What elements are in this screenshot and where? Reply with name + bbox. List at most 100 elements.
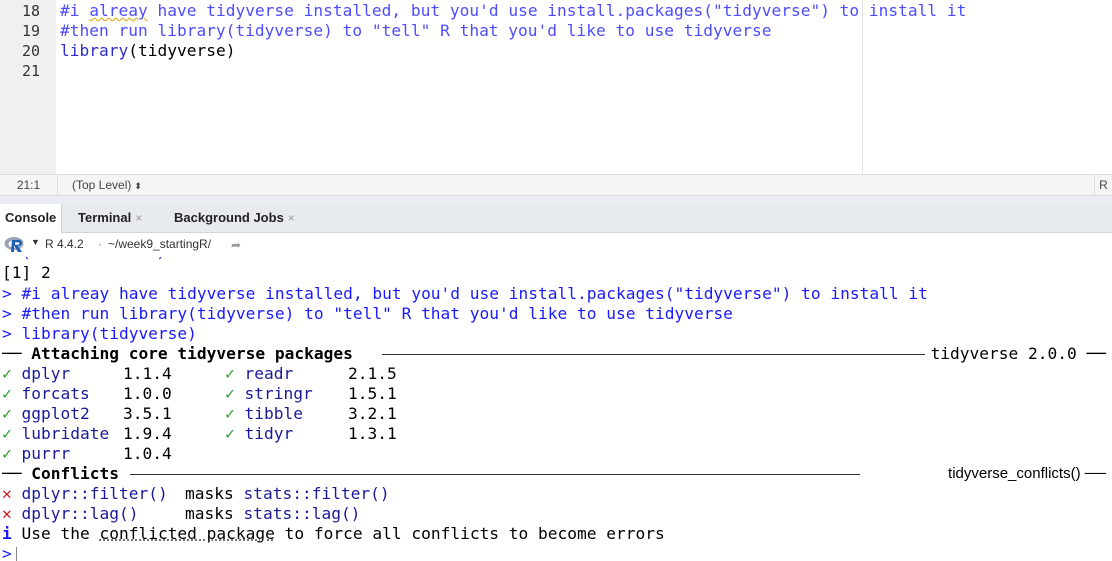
chevron-down-icon[interactable]: ▼ [31,237,40,247]
console-pane-tabs: Console Terminal × Background Jobs × [0,204,1112,234]
package-name: lubridate [21,424,110,443]
line-number-gutter: 18 19 20 21 [0,0,56,174]
package-name: readr [244,364,294,383]
package-row: ✓ lubridate [2,424,109,444]
separator: · [98,237,102,251]
package-version: 1.3.1 [348,424,397,443]
tab-console[interactable]: Console [0,204,63,234]
scope-selector[interactable]: (Top Level) ⬍ [72,175,142,196]
cross-icon: ✕ [2,484,12,503]
code-text: have tidyverse installed, but you'd use … [147,1,967,20]
prompt-symbol: > [2,544,12,561]
package-name: stringr [244,384,313,403]
package-name: forcats [21,384,90,403]
line-number: 21 [21,62,40,80]
package-version: 1.0.4 [123,444,172,463]
conflict-row: ✕ dplyr::lag() [2,504,138,524]
r-version[interactable]: R 4.4.2 [45,237,84,251]
spellcheck-word: alreay [89,1,148,20]
tab-label: Background Jobs [174,210,284,225]
tab-background-jobs[interactable]: Background Jobs × [169,204,300,233]
check-icon: ✓ [2,444,12,463]
conflict-fn: dplyr::lag() [21,504,139,523]
output-line: [1] 2 [2,263,51,282]
code-text: #then run library(tidyverse) to "tell" R… [60,21,772,40]
function-name: library [60,41,129,60]
package-name: tidyr [244,424,294,443]
print-margin [862,0,863,174]
check-icon: ✓ [2,384,12,403]
masked-fn: stats::lag() [243,504,361,523]
check-icon: ✓ [225,404,235,423]
attach-header: ── Attaching core tidyverse packages [2,344,353,363]
console-prompt[interactable]: > [2,544,17,561]
conflict-fn: dplyr::filter() [21,484,168,503]
rule-line [130,474,860,475]
command-line: > #i alreay have tidyverse installed, bu… [2,284,928,303]
package-row: ✓ tibble [225,404,303,424]
info-text: to force all conflicts to become errors [274,524,665,543]
package-version: 3.5.1 [123,404,172,423]
source-editor[interactable]: 18 19 20 21 #i alreay have tidyverse ins… [0,0,1112,174]
line-number: 18 [21,2,40,20]
package-row: ✓ purrr [2,444,70,464]
package-name: ggplot2 [21,404,90,423]
text-cursor [15,546,17,561]
go-to-directory-icon[interactable]: ➦ [231,238,241,252]
package-row: ✓ stringr [225,384,313,404]
package-row: ✓ readr [225,364,293,384]
pane-splitter[interactable] [0,196,1112,204]
check-icon: ✓ [2,364,12,383]
package-name: tibble [244,404,303,423]
cursor-position: 21:1 [0,175,58,195]
package-version: 1.1.4 [123,364,172,383]
package-name: dplyr [21,364,71,383]
package-version: 1.5.1 [348,384,397,403]
cross-icon: ✕ [2,504,12,523]
r-logo-icon [4,237,24,252]
updown-arrows-icon: ⬍ [134,181,142,191]
package-row: ✓ ggplot2 [2,404,90,424]
editor-status-bar: 21:1 (Top Level) ⬍ R [0,174,1112,196]
console-toolbar: ▼ R 4.4.2 · ~/week9_startingR/ ➦ [0,233,1112,257]
masked-fn: stats::filter() [243,484,390,503]
masks-word: masks [185,484,234,503]
attach-version: tidyverse 2.0.0 ── [924,344,1112,364]
conflicts-function: tidyverse_conflicts() ── [942,464,1112,484]
info-text: Use the [21,524,100,543]
code-line-20[interactable]: library(tidyverse) [60,41,235,61]
conflicts-header: ── Conflicts [2,464,119,483]
conflicted-package-link[interactable]: conflicted package [99,524,274,543]
tab-label: Console [5,210,57,225]
code-text: #i [60,1,90,20]
check-icon: ✓ [225,364,235,383]
rule-line [382,354,928,355]
console-output[interactable]: ( ) [1] 2 > #i alreay have tidyverse ins… [0,257,1112,561]
check-icon: ✓ [2,404,12,423]
tab-terminal[interactable]: Terminal × [73,204,147,233]
conflict-row: ✕ dplyr::filter() [2,484,168,504]
tab-label: Terminal [78,210,132,225]
package-row: ✓ forcats [2,384,90,404]
line-number: 19 [21,22,40,40]
working-directory: ~/week9_startingR/ [108,237,212,251]
info-line: i Use the conflicted package to force al… [2,524,665,544]
conflict-masks: masks stats::lag() [185,504,360,524]
command-line: > library(tidyverse) [2,324,197,343]
code-line-18[interactable]: #i alreay have tidyverse installed, but … [60,1,966,21]
package-name: purrr [21,444,71,463]
package-row: ✓ dplyr [2,364,70,384]
close-icon[interactable]: × [135,211,142,225]
line-number: 20 [21,42,40,60]
code-line-19[interactable]: #then run library(tidyverse) to "tell" R… [60,21,771,41]
paren: ) [225,41,236,60]
package-row: ✓ tidyr [225,424,293,444]
paren: ( [128,41,138,60]
masks-word: masks [185,504,234,523]
check-icon: ✓ [225,424,235,443]
close-icon[interactable]: × [288,211,295,225]
file-type-selector[interactable]: R [1094,175,1112,195]
package-version: 3.2.1 [348,404,397,423]
argument: tidyverse [137,41,226,60]
package-version: 1.0.0 [123,384,172,403]
